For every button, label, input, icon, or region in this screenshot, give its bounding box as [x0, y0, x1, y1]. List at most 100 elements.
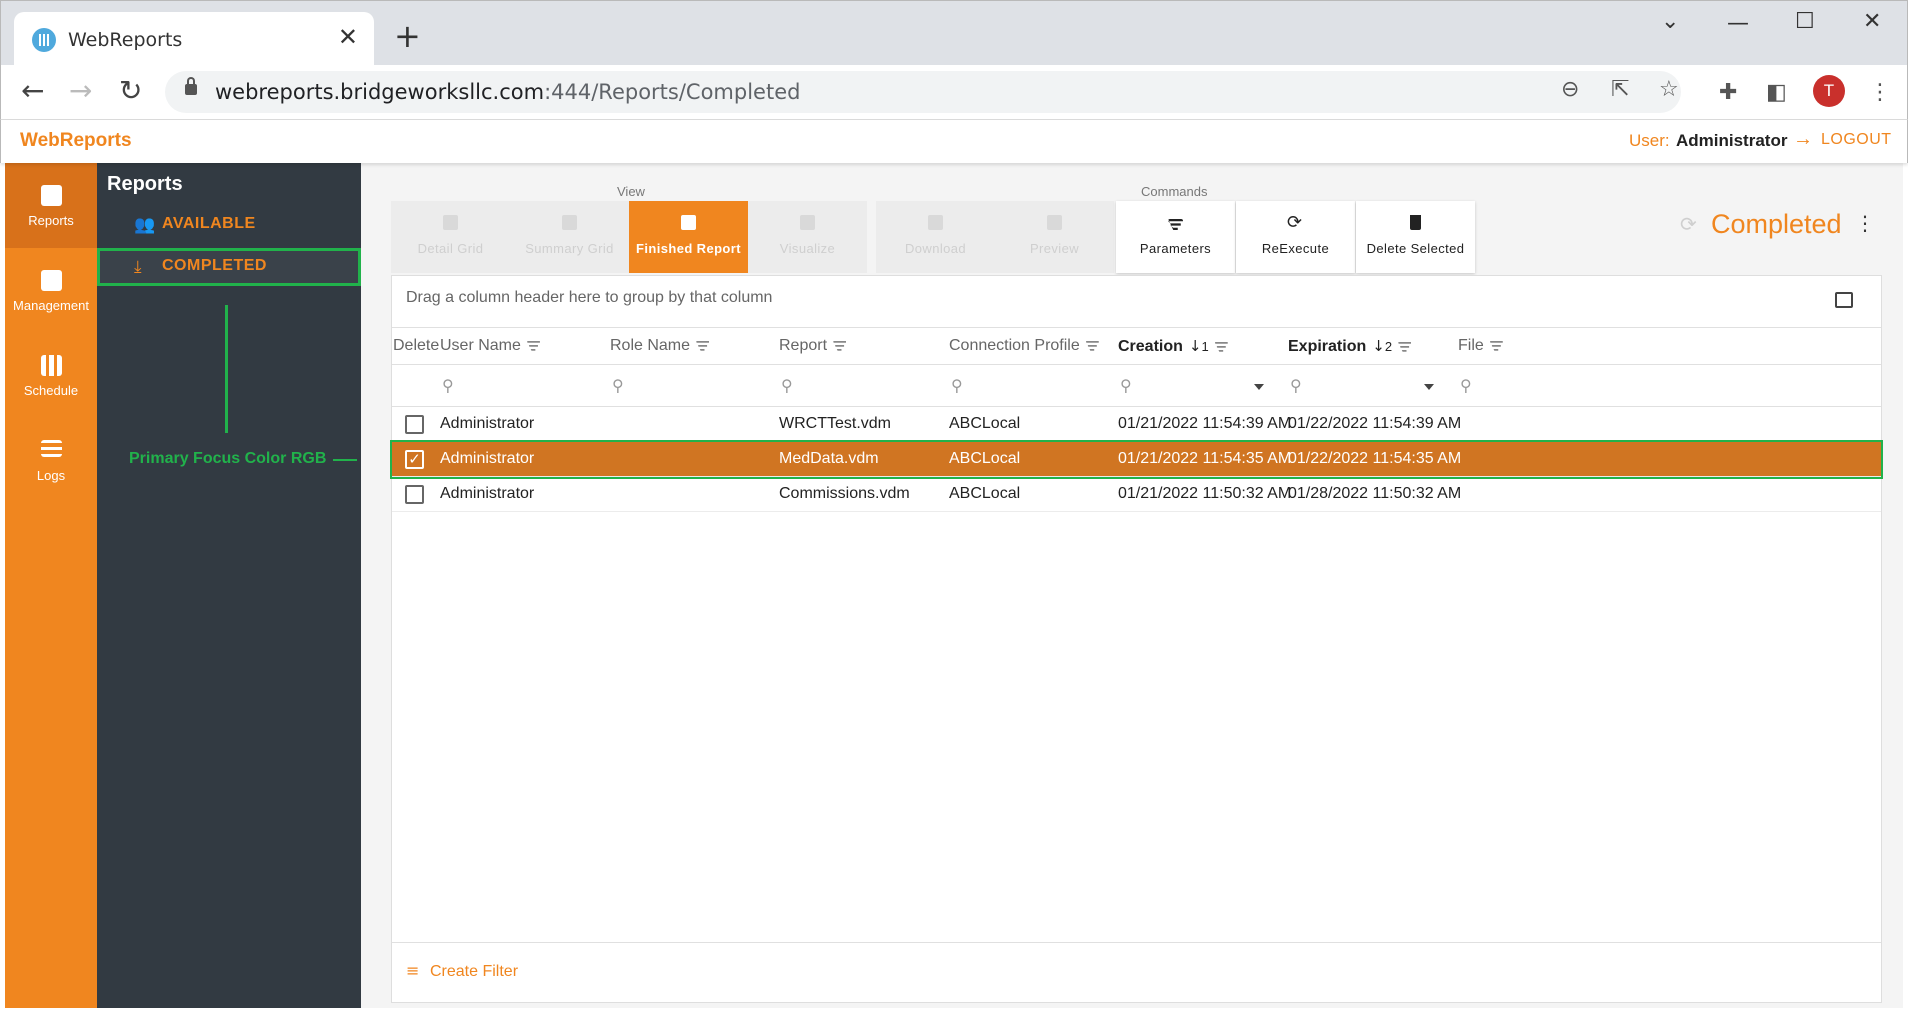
address-bar[interactable]: webreports.bridgeworksllc.com:444/Report… [165, 71, 1681, 113]
rail-label: Logs [36, 468, 66, 483]
cell-creation: 01/21/2022 11:50:32 AM [1118, 485, 1292, 502]
delete-checkbox[interactable]: ✓ [405, 450, 424, 469]
trash-icon [1410, 215, 1421, 230]
extensions-icon[interactable]: ✚ [1719, 80, 1737, 105]
preview-button[interactable]: Preview [995, 201, 1114, 273]
back-arrow-icon[interactable]: ← [21, 75, 44, 107]
sort-desc-icon: ↓ [1188, 337, 1202, 355]
report-filter-search-icon[interactable]: ⚲ [781, 376, 793, 395]
create-filter-link[interactable]: Create Filter [430, 963, 518, 981]
tab-close-icon[interactable]: ✕ [338, 25, 358, 49]
filter-icon[interactable] [833, 340, 847, 351]
role-name-filter-search-icon[interactable]: ⚲ [612, 376, 624, 395]
chart-icon [800, 215, 815, 230]
reexecute-button[interactable]: ⟳ ReExecute [1236, 201, 1355, 273]
finished-report-button[interactable]: Finished Report [629, 201, 748, 273]
rail-item-logs[interactable]: Logs [5, 418, 97, 503]
column-header-expiration[interactable]: Expiration ↓2 [1288, 337, 1412, 356]
table-row[interactable]: Administrator Commissions.vdm ABCLocal 0… [392, 477, 1881, 512]
refresh-icon: ⟳ [1287, 212, 1303, 233]
forward-arrow-icon[interactable]: → [69, 75, 92, 107]
bookmark-star-icon[interactable]: ☆ [1659, 77, 1679, 102]
browser-tab-strip: WebReports ✕ + ⌄ — ☐ ✕ [0, 0, 1908, 66]
creation-filter-search-icon[interactable]: ⚲ [1120, 376, 1132, 395]
rail-item-schedule[interactable]: Schedule [5, 333, 97, 418]
user-label: User: [1629, 131, 1670, 150]
filter-icon[interactable] [1214, 341, 1228, 352]
more-options-icon[interactable]: ⋮ [1855, 211, 1875, 235]
column-header-file[interactable]: File [1458, 337, 1503, 355]
column-header-user-name[interactable]: User Name [440, 337, 540, 355]
filter-icon[interactable] [526, 340, 540, 351]
filter-icon[interactable] [1489, 340, 1503, 351]
creation-filter-dropdown-icon[interactable] [1254, 384, 1264, 390]
delete-checkbox[interactable] [405, 415, 424, 434]
filter-icon[interactable]: ≡ [406, 961, 419, 980]
sidenav-item-completed[interactable]: ⤓ COMPLETED [97, 248, 361, 286]
profile-avatar[interactable]: T [1813, 75, 1845, 107]
column-header-report[interactable]: Report [779, 337, 847, 355]
table-row[interactable]: Administrator WRCTTest.vdm ABCLocal 01/2… [392, 407, 1881, 442]
tab-search-chevron-icon[interactable]: ⌄ [1661, 9, 1679, 34]
minimize-icon[interactable]: — [1727, 11, 1749, 36]
file-filter-search-icon[interactable]: ⚲ [1460, 376, 1472, 395]
side-panel-icon[interactable]: ◧ [1766, 80, 1787, 105]
download-button[interactable]: Download [876, 201, 995, 273]
summary-grid-button[interactable]: Summary Grid [510, 201, 629, 273]
delete-selected-button[interactable]: Delete Selected [1356, 201, 1475, 273]
detail-grid-button[interactable]: Detail Grid [391, 201, 510, 273]
window-close-icon[interactable]: ✕ [1863, 9, 1881, 34]
new-tab-icon[interactable]: + [394, 20, 421, 52]
cell-report: Commissions.vdm [779, 485, 910, 502]
button-label: ReExecute [1261, 241, 1330, 256]
filter-icon[interactable] [1398, 341, 1412, 352]
reload-icon[interactable]: ↻ [119, 75, 142, 107]
logout-arrow-icon[interactable]: → [1793, 128, 1813, 151]
refresh-icon[interactable]: ⟳ [1680, 212, 1697, 236]
maximize-icon[interactable]: ☐ [1795, 9, 1815, 34]
delete-checkbox[interactable] [405, 485, 424, 504]
browser-menu-icon[interactable]: ⋮ [1869, 80, 1891, 105]
column-header-role-name[interactable]: Role Name [610, 337, 710, 355]
column-header-delete[interactable]: Delete [393, 337, 439, 355]
app-brand[interactable]: WebReports [20, 130, 132, 152]
rail-label: Reports [28, 213, 74, 228]
browser-toolbar: ← → ↻ webreports.bridgeworksllc.com:444/… [0, 65, 1908, 120]
group-panel[interactable]: Drag a column header here to group by th… [392, 276, 1881, 328]
url-text[interactable]: webreports.bridgeworksllc.com:444/Report… [215, 80, 800, 104]
download-icon: ⤓ [134, 257, 142, 277]
column-header-connection-profile[interactable]: Connection Profile [949, 337, 1099, 355]
image-icon [1047, 215, 1062, 230]
cell-user-name: Administrator [440, 485, 535, 502]
column-header-creation[interactable]: Creation ↓1 [1118, 337, 1228, 356]
profile-filter-search-icon[interactable]: ⚲ [951, 376, 963, 395]
cell-connection-profile: ABCLocal [949, 450, 1021, 467]
button-label: Detail Grid [417, 241, 484, 256]
button-label: Preview [1029, 241, 1080, 256]
sidenav-item-available[interactable]: 👥 AVAILABLE [97, 206, 361, 244]
user-name-filter-search-icon[interactable]: ⚲ [442, 376, 454, 395]
rail-item-reports[interactable]: Reports [5, 163, 97, 248]
visualize-button[interactable]: Visualize [748, 201, 867, 273]
table-row[interactable]: ✓ Administrator MedData.vdm ABCLocal 01/… [390, 440, 1883, 479]
browser-tab[interactable]: WebReports ✕ [14, 12, 374, 66]
sidenav-title: Reports [107, 173, 183, 195]
filter-icon[interactable] [1085, 340, 1099, 351]
sort-desc-icon: ↓ [1372, 337, 1385, 355]
reports-side-nav: Reports 👥 AVAILABLE ⤓ COMPLETED [97, 163, 361, 1008]
sort-index: 1 [1201, 339, 1209, 354]
expiration-filter-dropdown-icon[interactable] [1424, 384, 1434, 390]
share-icon[interactable]: ⇱ [1611, 77, 1629, 102]
parameters-button[interactable]: Parameters [1116, 201, 1235, 273]
expiration-filter-search-icon[interactable]: ⚲ [1290, 376, 1302, 395]
cell-connection-profile: ABCLocal [949, 485, 1021, 502]
grid-icon [41, 355, 62, 376]
zoom-out-icon[interactable]: ⊖ [1561, 77, 1579, 102]
lock-icon[interactable] [185, 77, 197, 95]
rail-item-management[interactable]: Management [5, 248, 97, 333]
column-chooser-icon[interactable] [1835, 292, 1853, 308]
logout-button[interactable]: LOGOUT [1821, 131, 1892, 149]
bar-chart-icon [681, 215, 696, 230]
filter-icon[interactable] [696, 340, 710, 351]
button-label: Summary Grid [525, 241, 614, 256]
